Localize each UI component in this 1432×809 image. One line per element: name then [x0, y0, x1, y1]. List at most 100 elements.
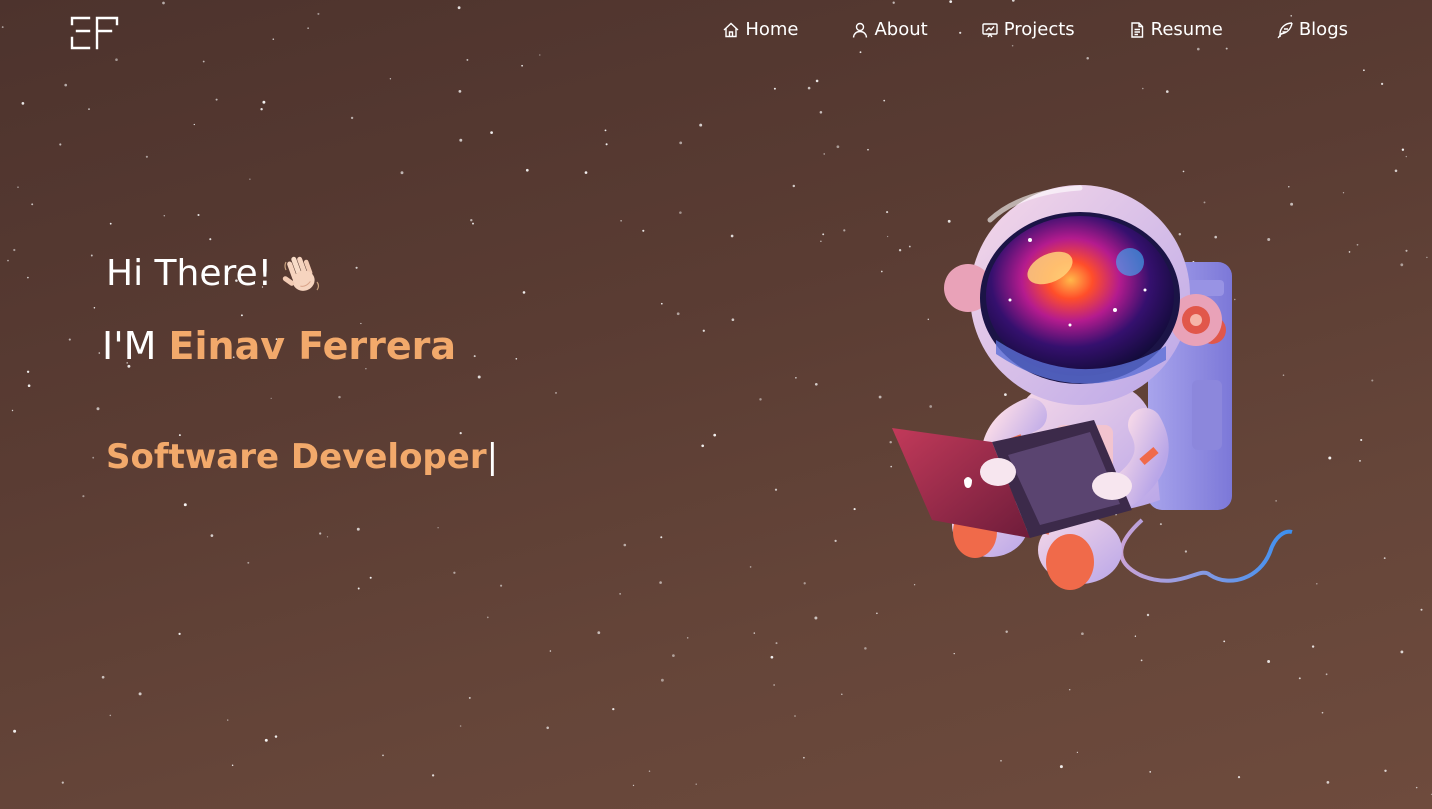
- star-dot: [597, 631, 601, 635]
- star-dot: [260, 108, 263, 111]
- star-dot: [1383, 557, 1386, 559]
- star-dot: [1405, 249, 1408, 252]
- star-dot: [338, 395, 341, 399]
- star-dot: [1076, 751, 1079, 754]
- star-dot: [163, 214, 166, 217]
- star-dot: [369, 576, 372, 579]
- star-dot: [759, 398, 762, 401]
- star-dot: [382, 754, 384, 757]
- star-dot: [620, 220, 622, 222]
- star-dot: [13, 248, 16, 252]
- star-dot: [319, 532, 322, 535]
- star-dot: [1140, 659, 1143, 662]
- nav-label-home: Home: [745, 19, 799, 40]
- projects-icon: [981, 21, 999, 39]
- star-dot: [357, 587, 360, 590]
- star-dot: [836, 145, 840, 149]
- star-dot: [632, 784, 635, 787]
- star-dot: [1342, 192, 1345, 194]
- star-dot: [619, 593, 621, 595]
- star-dot: [1321, 711, 1324, 714]
- typing-cursor: |: [486, 437, 499, 477]
- feather-icon: [1276, 21, 1294, 39]
- star-dot: [61, 781, 64, 784]
- star-dot: [525, 168, 529, 172]
- star-dot: [642, 229, 645, 232]
- star-dot: [1134, 635, 1137, 637]
- star-dot: [515, 358, 518, 360]
- wave-hand-icon: [282, 252, 322, 296]
- star-dot: [1146, 613, 1150, 617]
- star-dot: [459, 725, 462, 727]
- star-dot: [13, 729, 17, 733]
- star-dot: [247, 561, 250, 564]
- star-dot: [1400, 650, 1404, 654]
- star-dot: [660, 678, 664, 682]
- star-dot: [27, 384, 31, 388]
- star-dot: [453, 571, 456, 574]
- nav-item-about[interactable]: About: [851, 18, 928, 42]
- star-dot: [702, 329, 705, 332]
- star-dot: [792, 184, 796, 188]
- star-dot: [1149, 771, 1152, 773]
- star-dot: [64, 83, 68, 87]
- star-dot: [92, 456, 95, 459]
- star-dot: [1081, 632, 1084, 636]
- star-dot: [101, 675, 105, 679]
- star-dot: [1182, 170, 1185, 173]
- star-dot: [803, 582, 806, 585]
- nav-label-about: About: [874, 19, 928, 40]
- star-dot: [210, 534, 214, 537]
- star-dot: [215, 98, 218, 101]
- star-dot: [605, 143, 608, 146]
- star-dot: [96, 407, 100, 411]
- star-dot: [459, 431, 462, 435]
- nav-item-blogs[interactable]: Blogs: [1276, 18, 1348, 42]
- star-dot: [864, 647, 867, 650]
- star-dot: [867, 148, 869, 151]
- star-dot: [834, 539, 837, 543]
- intro-prefix: I'M: [102, 324, 157, 368]
- star-dot: [1394, 169, 1398, 173]
- nav-label-projects: Projects: [1003, 19, 1075, 40]
- nav-label-blogs: Blogs: [1298, 19, 1348, 40]
- nav-item-projects[interactable]: Projects: [981, 18, 1075, 42]
- star-dot: [699, 123, 703, 127]
- star-dot: [1316, 583, 1318, 585]
- star-dot: [623, 543, 627, 547]
- star-dot: [1325, 673, 1328, 676]
- nav-item-home[interactable]: Home: [722, 18, 798, 42]
- star-dot: [138, 692, 142, 696]
- star-dot: [1420, 608, 1423, 611]
- star-dot: [814, 382, 818, 386]
- star-dot: [458, 90, 462, 93]
- nav-item-resume[interactable]: Resume: [1128, 18, 1223, 42]
- star-dot: [1142, 87, 1144, 90]
- star-dot: [815, 79, 819, 83]
- star-dot: [584, 171, 588, 174]
- star-dot: [676, 312, 680, 316]
- nav-label-resume: Resume: [1150, 19, 1223, 40]
- star-dot: [604, 129, 607, 132]
- logo-icon: [70, 16, 119, 50]
- star-dot: [93, 306, 96, 309]
- home-icon: [722, 21, 740, 39]
- star-dot: [231, 764, 234, 767]
- star-dot: [21, 102, 25, 105]
- star-dot: [1401, 148, 1405, 151]
- star-dot: [814, 616, 818, 620]
- user-icon: [851, 21, 869, 39]
- nav-menu: Home About Projects Resume Blogs: [722, 18, 1348, 42]
- logo-link[interactable]: [69, 14, 121, 52]
- star-dot: [437, 527, 439, 529]
- navbar: Home About Projects Resume Blogs: [0, 0, 1432, 62]
- hero-intro: I'M Einav Ferrera: [102, 323, 456, 369]
- star-dot: [473, 355, 476, 358]
- star-dot: [770, 655, 774, 659]
- star-dot: [773, 684, 775, 686]
- star-dot: [7, 259, 9, 262]
- star-dot: [264, 738, 268, 742]
- star-dot: [240, 314, 243, 317]
- star-dot: [546, 726, 549, 730]
- star-dot: [841, 693, 843, 695]
